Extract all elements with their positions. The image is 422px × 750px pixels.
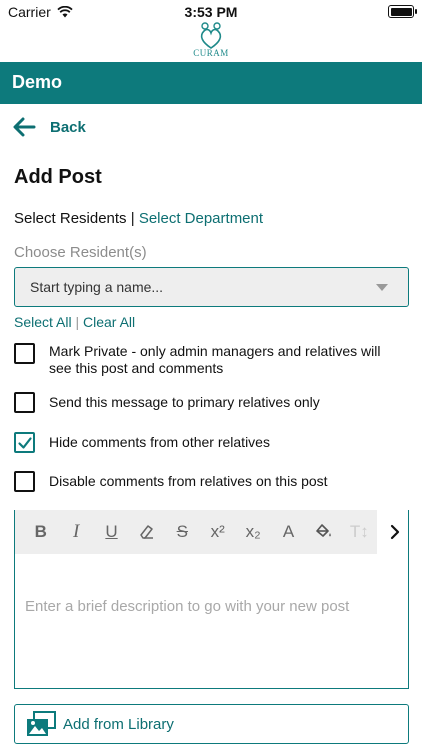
checkmark-icon	[18, 437, 32, 449]
tab-select-department[interactable]: Select Department	[139, 210, 263, 227]
checkbox-mark-private[interactable]	[14, 343, 35, 364]
clear-format-button[interactable]	[129, 510, 164, 554]
resident-search-input[interactable]: Start typing a name...	[14, 267, 409, 307]
subscript-button[interactable]: x₂	[235, 510, 270, 554]
option-mark-private[interactable]: Mark Private - only admin managers and r…	[14, 343, 399, 377]
option-hide-comments[interactable]: Hide comments from other relatives	[14, 432, 399, 453]
option-label: Mark Private - only admin managers and r…	[49, 343, 381, 376]
text-size-button[interactable]: T↕	[342, 510, 377, 554]
superscript-button[interactable]: x²	[200, 510, 235, 554]
battery-icon	[388, 5, 417, 18]
chevron-right-icon[interactable]	[385, 522, 405, 542]
select-all-link[interactable]: Select All	[14, 314, 72, 330]
eraser-icon	[140, 525, 153, 539]
strikethrough-button[interactable]: S	[165, 510, 200, 554]
paint-bucket-icon	[316, 524, 331, 537]
chevron-down-icon[interactable]	[376, 284, 388, 291]
tab-separator: |	[130, 210, 135, 227]
option-label: Disable comments from relatives on this …	[49, 473, 328, 489]
checkbox-disable-comments[interactable]	[14, 471, 35, 492]
header-title: Demo	[12, 72, 63, 92]
clear-all-link[interactable]: Clear All	[83, 314, 135, 330]
bold-button[interactable]: B	[23, 510, 58, 554]
select-links: Select All | Clear All	[14, 314, 135, 330]
add-from-library-button[interactable]: Add from Library	[14, 704, 409, 744]
choose-residents-label: Choose Resident(s)	[14, 244, 147, 261]
back-label: Back	[50, 118, 86, 136]
app-header: Demo	[0, 62, 422, 104]
option-disable-comments[interactable]: Disable comments from relatives on this …	[14, 471, 399, 492]
selection-mode-tabs: Select Residents | Select Department	[14, 210, 263, 227]
app-logo: CURAM	[186, 22, 236, 60]
image-library-icon	[27, 711, 56, 736]
checkbox-hide-comments[interactable]	[14, 432, 35, 453]
fill-color-button[interactable]	[306, 510, 341, 554]
status-time: 3:53 PM	[184, 4, 238, 20]
page-title: Add Post	[14, 166, 102, 188]
editor-toolbar: B I U S x² x₂ A T↕	[15, 510, 377, 554]
description-input[interactable]: Enter a brief description to go with you…	[25, 598, 349, 615]
links-separator: |	[75, 314, 80, 330]
option-label: Hide comments from other relatives	[49, 434, 270, 450]
option-label: Send this message to primary relatives o…	[49, 394, 320, 410]
option-primary-relatives[interactable]: Send this message to primary relatives o…	[14, 392, 399, 413]
resident-input-placeholder: Start typing a name...	[30, 279, 164, 295]
underline-button[interactable]: U	[94, 510, 129, 554]
logo-text: CURAM	[193, 48, 229, 58]
rich-text-editor: B I U S x² x₂ A T↕ Enter a brief descrip…	[14, 510, 409, 689]
text-color-button[interactable]: A	[271, 510, 306, 554]
italic-button[interactable]: I	[58, 510, 93, 554]
arrow-left-icon	[13, 117, 36, 137]
add-from-library-label: Add from Library	[63, 715, 174, 733]
back-button[interactable]: Back	[12, 112, 86, 142]
status-bar: Carrier 3:53 PM	[0, 0, 422, 24]
logo-emblem-icon	[200, 22, 222, 49]
checkbox-primary-relatives[interactable]	[14, 392, 35, 413]
tab-select-residents[interactable]: Select Residents	[14, 210, 127, 227]
